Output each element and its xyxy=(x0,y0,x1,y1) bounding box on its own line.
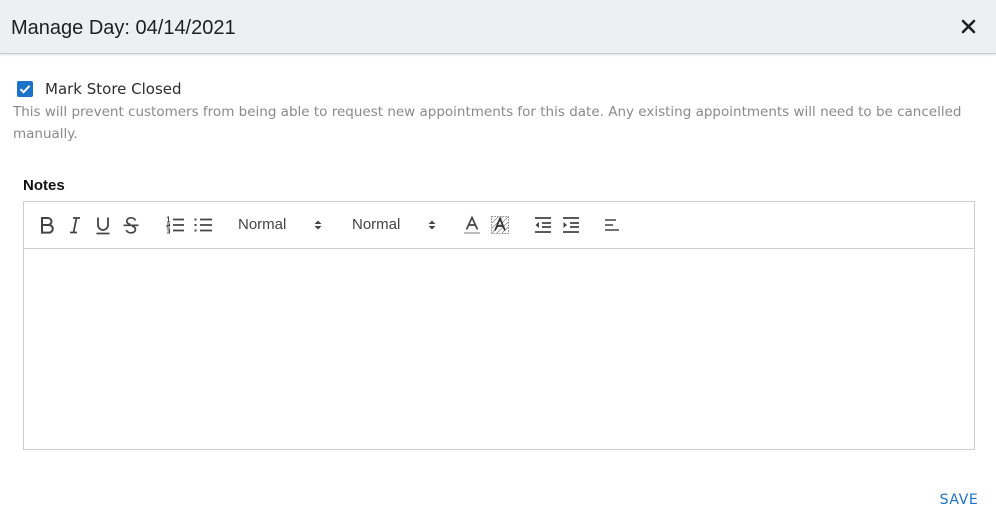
manage-day-dialog: Manage Day: 04/14/2021 Mark Store Closed… xyxy=(0,0,996,524)
mark-store-closed-label[interactable]: Mark Store Closed xyxy=(45,79,182,99)
italic-button[interactable] xyxy=(64,214,86,236)
close-icon xyxy=(961,19,976,34)
underline-button[interactable] xyxy=(92,214,114,236)
size-picker[interactable]: Normal xyxy=(352,214,442,236)
indent-button[interactable] xyxy=(560,214,582,236)
notes-label: Notes xyxy=(23,177,65,194)
editor-toolbar: Normal Normal xyxy=(24,202,974,249)
outdent-button[interactable] xyxy=(532,214,554,236)
notes-text-area[interactable] xyxy=(24,249,974,449)
strikethrough-button[interactable] xyxy=(120,214,142,236)
mark-store-closed-checkbox[interactable] xyxy=(17,81,33,97)
sort-arrows-icon xyxy=(314,220,322,230)
size-picker-label: Normal xyxy=(352,216,401,233)
align-left-icon xyxy=(605,219,619,231)
text-color-button[interactable] xyxy=(461,214,483,236)
header-picker-label: Normal xyxy=(238,216,287,233)
background-color-button[interactable] xyxy=(489,214,511,236)
notes-editor: Normal Normal xyxy=(23,201,975,450)
text-color-icon xyxy=(464,215,480,234)
ordered-list-icon xyxy=(166,216,184,234)
dialog-title: Manage Day: 04/14/2021 xyxy=(11,17,236,39)
mark-store-closed-helper-text: This will prevent customers from being a… xyxy=(13,104,962,142)
bold-icon xyxy=(41,217,54,234)
bullet-list-icon xyxy=(194,218,212,232)
save-button[interactable]: SAVE xyxy=(934,489,984,511)
sort-arrows-icon xyxy=(428,220,436,230)
dialog-header: Manage Day: 04/14/2021 xyxy=(0,0,996,54)
header-picker[interactable]: Normal xyxy=(238,214,328,236)
bold-button[interactable] xyxy=(36,214,58,236)
bullet-list-button[interactable] xyxy=(192,214,214,236)
checkmark-icon xyxy=(19,85,31,94)
strikethrough-icon xyxy=(123,216,139,234)
underline-icon xyxy=(96,217,110,235)
background-color-icon xyxy=(491,216,509,234)
align-button[interactable] xyxy=(601,214,623,236)
outdent-icon xyxy=(535,217,551,233)
close-button[interactable] xyxy=(956,15,980,39)
ordered-list-button[interactable] xyxy=(164,214,186,236)
italic-icon xyxy=(70,217,80,234)
indent-icon xyxy=(563,217,579,233)
